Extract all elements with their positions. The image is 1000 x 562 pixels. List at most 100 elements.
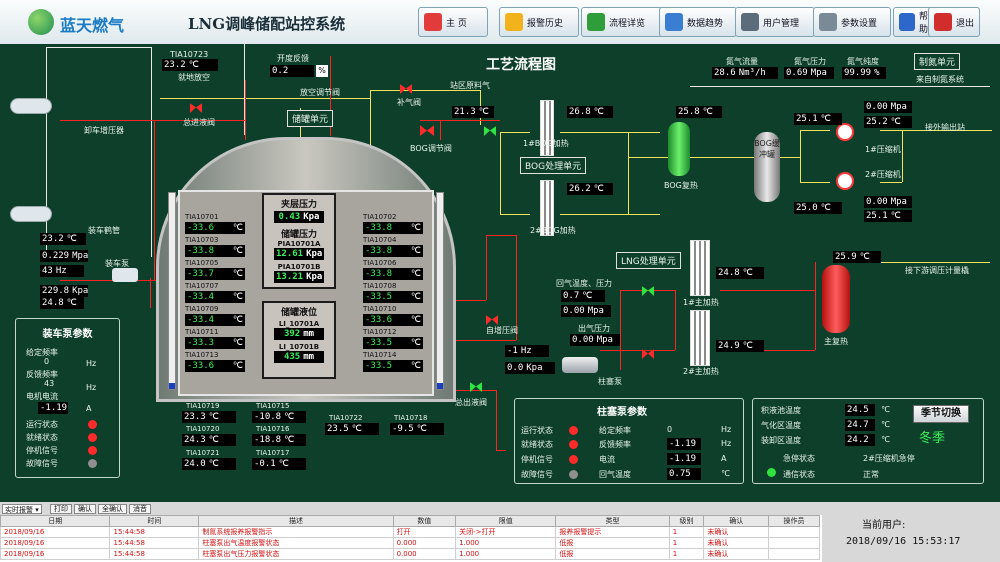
layer-pressure-title: 夹层压力: [280, 200, 317, 210]
tank-temp-value: -33.6 ℃: [185, 222, 245, 234]
alarm-column-header[interactable]: 数值: [392, 515, 457, 527]
c-unit: ℃: [881, 420, 890, 429]
supplement-valve-icon[interactable]: [400, 84, 412, 94]
stop-label: 停机信号: [26, 446, 58, 455]
alarm-button-2[interactable]: 全确认: [98, 504, 127, 514]
comp1-in-temp: 25.1 ℃: [794, 113, 842, 125]
alarm-cell: [768, 526, 820, 538]
nav-label: 主 页: [446, 18, 467, 29]
self-press-valve-icon[interactable]: [486, 315, 498, 325]
nav-button-4[interactable]: 用户管理: [735, 7, 815, 37]
table-row[interactable]: 2018/09/16 15:44:58 柱塞泵出气温度报警状态 0.000 1.000 低…: [0, 537, 820, 549]
tank-temp-tag: TIA10703: [185, 236, 219, 244]
bottom-temp-tag: TIA10722: [329, 414, 363, 422]
alarm-cell: 2018/09/16: [0, 548, 111, 560]
main-heater-2: [690, 310, 710, 366]
alarm-button-3[interactable]: 消音: [129, 504, 151, 514]
alarm-column-header[interactable]: 描述: [198, 515, 394, 527]
pp-hz-unit: Hz: [721, 439, 732, 448]
li-b-value: 435: [283, 352, 301, 362]
comp-out-temp-1: 25.2 ℃: [864, 116, 912, 128]
pp-cur-label: 电流: [599, 455, 615, 464]
tank-temp-tag: TIA10708: [363, 282, 397, 290]
li-b-tag: LI_10701B: [278, 343, 320, 351]
nav-label: 流程详览: [609, 18, 646, 29]
nav-button-5[interactable]: 参数设置: [813, 7, 891, 37]
season-panel: 积液池温度 气化区温度 装卸区温度 24.5 24.7 24.2 ℃ ℃ ℃ 季…: [752, 398, 984, 484]
fault-label: 故障信号: [26, 459, 58, 468]
alarm-column-header[interactable]: 级别: [668, 515, 705, 527]
unload-pressurizer-label: 卸车增压器: [84, 126, 124, 135]
alarm-cell: 制氮系统报养报警指示: [198, 526, 394, 538]
bog-buffer-tank: BOG缓冲罐: [754, 132, 780, 202]
tank-temp-tag: TIA10709: [185, 305, 219, 313]
brand-name: 蓝天燃气: [60, 16, 125, 35]
tank-temp-value: -33.6 ℃: [363, 314, 423, 326]
comp2-in-temp: 25.0 ℃: [794, 202, 842, 214]
bog-inlet-valve-icon[interactable]: [484, 126, 496, 136]
tank-temp-tag: TIA10701: [185, 213, 219, 221]
aperture-unit: %: [316, 65, 328, 77]
nav-label: 参数设置: [841, 18, 878, 29]
tank-temp-value: -33.4 ℃: [185, 314, 245, 326]
alarm-column-header[interactable]: 时间: [109, 515, 200, 527]
lng-unit-label: LNG处理单元: [616, 252, 681, 269]
lng-valve2-icon[interactable]: [642, 349, 654, 359]
tank-unit-label: 储罐单元: [287, 110, 334, 127]
tank-inlet-valve-icon[interactable]: [190, 103, 202, 113]
main-heat1-label: 1#主加热: [683, 298, 719, 307]
nav-label: 退出: [956, 18, 975, 29]
table-row[interactable]: 2018/09/16 15:44:58 制氮系统报养报警指示 打开 关闭->打开 报养报警…: [0, 526, 820, 538]
bog1-label: 1#BOG加热: [523, 139, 569, 148]
main-heat1-temp: 24.8 ℃: [716, 267, 764, 279]
comp-out-temp-2: 25.1 ℃: [864, 210, 912, 222]
pp-fault-label: 故障信号: [521, 470, 553, 479]
season-switch-button[interactable]: 季节切换: [913, 405, 969, 423]
tank-out-valve-label: 总出液阀: [455, 398, 487, 407]
alarm-cell: 未确认: [703, 548, 770, 560]
alarm-button-0[interactable]: 打印: [50, 504, 72, 514]
nav-button-2[interactable]: 流程详览: [581, 7, 663, 37]
return-temp-value: 0.7 ℃: [561, 290, 605, 302]
pp-gas-label: 回气温度: [599, 470, 631, 479]
hz-unit: Hz: [86, 383, 97, 392]
alarm-column-header[interactable]: 确认: [703, 515, 770, 527]
alarm-column-header[interactable]: 日期: [0, 515, 111, 527]
logo-icon: [28, 9, 54, 35]
alarm-mode-select[interactable]: 实时报警 ▾: [2, 504, 42, 514]
tia10723-tag: TIA10723: [170, 50, 209, 59]
pia-b-tag: PIA10701B: [277, 263, 321, 271]
tank-pressure-title: 储罐压力: [280, 230, 317, 240]
alarm-cell: 0.000: [392, 548, 457, 560]
self-press-valve-label: 自增压阀: [486, 326, 518, 335]
alarm-column-header[interactable]: 操作员: [768, 515, 820, 527]
nav-button-3[interactable]: 数据趋势: [659, 7, 737, 37]
pp-given-label: 给定频率: [599, 426, 631, 435]
n2-flow-label: 氮气流量: [726, 57, 758, 66]
alarm-cell: 打开: [392, 526, 457, 538]
current-season: 冬季: [919, 431, 946, 446]
alarm-cell: [768, 537, 820, 549]
alarm-table-wrap: 日期 时间 描述 数值 限值 类型 级别 确认 操作员 2018/09/16 15:44:58 制氮…: [0, 515, 822, 562]
lng-valve-icon[interactable]: [642, 286, 654, 296]
nav-button-7[interactable]: 退出: [928, 7, 980, 37]
nav-button-0[interactable]: 主 页: [418, 7, 488, 37]
alarm-column-header[interactable]: 限值: [455, 515, 557, 527]
comp2-label: 2#压缩机: [865, 170, 901, 179]
tank-temp-tag: TIA10712: [363, 328, 397, 336]
alarm-column-header[interactable]: 类型: [555, 515, 670, 527]
return-temp-press-label: 回气温度、压力: [556, 279, 612, 288]
tank-temp-tag: TIA10707: [185, 282, 219, 290]
c-unit: ℃: [881, 435, 890, 444]
fb-freq-value: 43: [44, 379, 55, 388]
alarm-button-1[interactable]: 确认: [74, 504, 96, 514]
nav-button-1[interactable]: 报警历史: [499, 7, 579, 37]
pp-stop-dot: [569, 455, 578, 464]
table-row[interactable]: 2018/09/16 15:44:58 柱塞泵出气压力报警状态 0.000 1.000 低…: [0, 548, 820, 560]
bog-temp-213: 21.3 ℃: [452, 106, 494, 118]
tank-level-gauge-right: [436, 192, 444, 390]
plunger-press-value: 0.0 Kpa: [505, 362, 555, 374]
bottom-temp-value: 23.5 ℃: [325, 423, 379, 435]
alarm-cell: 未确认: [703, 526, 770, 538]
alarm-cell: 柱塞泵出气压力报警状态: [198, 548, 394, 560]
